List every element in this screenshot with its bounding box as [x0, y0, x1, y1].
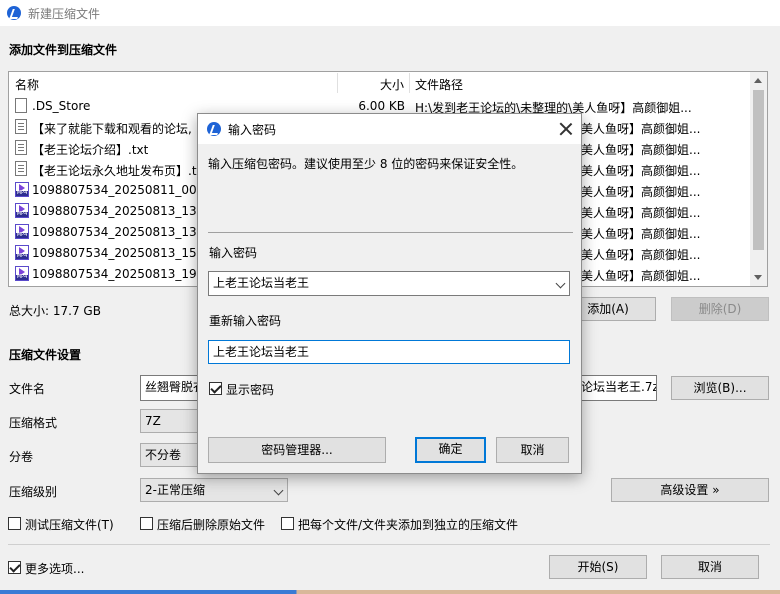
delete-button[interactable]: 删除(D) — [671, 297, 769, 321]
dialog-cancel-button[interactable]: 取消 — [496, 437, 569, 463]
chevron-down-icon[interactable] — [555, 278, 566, 289]
format-label: 压缩格式 — [9, 416, 58, 430]
start-button[interactable]: 开始(S) — [549, 555, 647, 579]
confirm-password-input[interactable]: 上老王论坛当老王 — [208, 340, 570, 364]
close-icon[interactable] — [558, 121, 574, 137]
section-settings-title: 压缩文件设置 — [9, 348, 82, 362]
password-label: 输入密码 — [209, 246, 258, 260]
app-logo-icon — [207, 122, 221, 136]
mp4-file-icon — [15, 224, 29, 239]
dialog-title: 输入密码 — [228, 123, 277, 137]
more-options-label[interactable]: 更多选项... — [25, 560, 84, 577]
window-title: 新建压缩文件 — [28, 7, 101, 21]
text-file-icon — [15, 119, 27, 134]
column-path[interactable]: 文件路径 — [415, 76, 463, 93]
password-manager-button[interactable]: 密码管理器... — [208, 437, 386, 463]
filename-label: 文件名 — [9, 382, 46, 396]
text-file-icon — [15, 140, 27, 155]
mp4-file-icon — [15, 203, 29, 218]
confirm-password-label: 重新输入密码 — [209, 314, 282, 328]
level-label: 压缩级别 — [9, 485, 58, 499]
section-add-title: 添加文件到压缩文件 — [9, 43, 118, 57]
show-password-label[interactable]: 显示密码 — [226, 381, 274, 398]
test-archive-checkbox[interactable] — [8, 517, 21, 530]
mp4-file-icon — [15, 245, 29, 260]
password-dialog[interactable]: 输入密码 输入压缩包密码。建议使用至少 8 位的密码来保证安全性。 输入密码 上… — [197, 113, 582, 474]
mp4-file-icon — [15, 182, 29, 197]
delete-original-label[interactable]: 压缩后删除原始文件 — [157, 516, 265, 533]
level-select[interactable]: 2-正常压缩 — [140, 478, 288, 502]
title-bar[interactable]: 新建压缩文件 — [0, 0, 780, 26]
test-archive-label[interactable]: 测试压缩文件(T) — [25, 516, 114, 533]
separate-archives-checkbox[interactable] — [281, 517, 294, 530]
browse-button[interactable]: 浏览(B)... — [671, 376, 769, 400]
more-options-checkbox[interactable] — [8, 561, 21, 574]
password-select-input[interactable]: 上老王论坛当老王 — [208, 271, 570, 296]
mp4-file-icon — [15, 266, 29, 281]
column-name[interactable]: 名称 — [15, 76, 39, 93]
scroll-up-icon[interactable] — [754, 78, 762, 83]
scroll-thumb[interactable] — [753, 90, 764, 250]
document-icon — [15, 98, 27, 113]
scroll-down-icon[interactable] — [754, 275, 762, 280]
dialog-description: 输入压缩包密码。建议使用至少 8 位的密码来保证安全性。 — [208, 157, 524, 171]
delete-original-checkbox[interactable] — [140, 517, 153, 530]
chevron-down-icon — [273, 485, 284, 496]
split-label: 分卷 — [9, 450, 34, 464]
list-header: 名称 大小 文件路径 — [9, 72, 767, 94]
list-scrollbar[interactable] — [750, 72, 767, 286]
dialog-title-bar[interactable]: 输入密码 — [198, 114, 581, 144]
taskbar-strip — [0, 590, 780, 594]
column-size[interactable]: 大小 — [380, 76, 404, 93]
cancel-button[interactable]: 取消 — [661, 555, 759, 579]
total-size: 总大小: 17.7 GB — [9, 304, 101, 318]
ok-button[interactable]: 确定 — [415, 437, 486, 463]
text-file-icon — [15, 161, 27, 176]
separate-archives-label[interactable]: 把每个文件/文件夹添加到独立的压缩文件 — [298, 516, 518, 533]
show-password-checkbox[interactable] — [209, 382, 222, 395]
advanced-settings-button[interactable]: 高级设置 » — [611, 478, 769, 502]
app-logo-icon — [7, 6, 21, 20]
